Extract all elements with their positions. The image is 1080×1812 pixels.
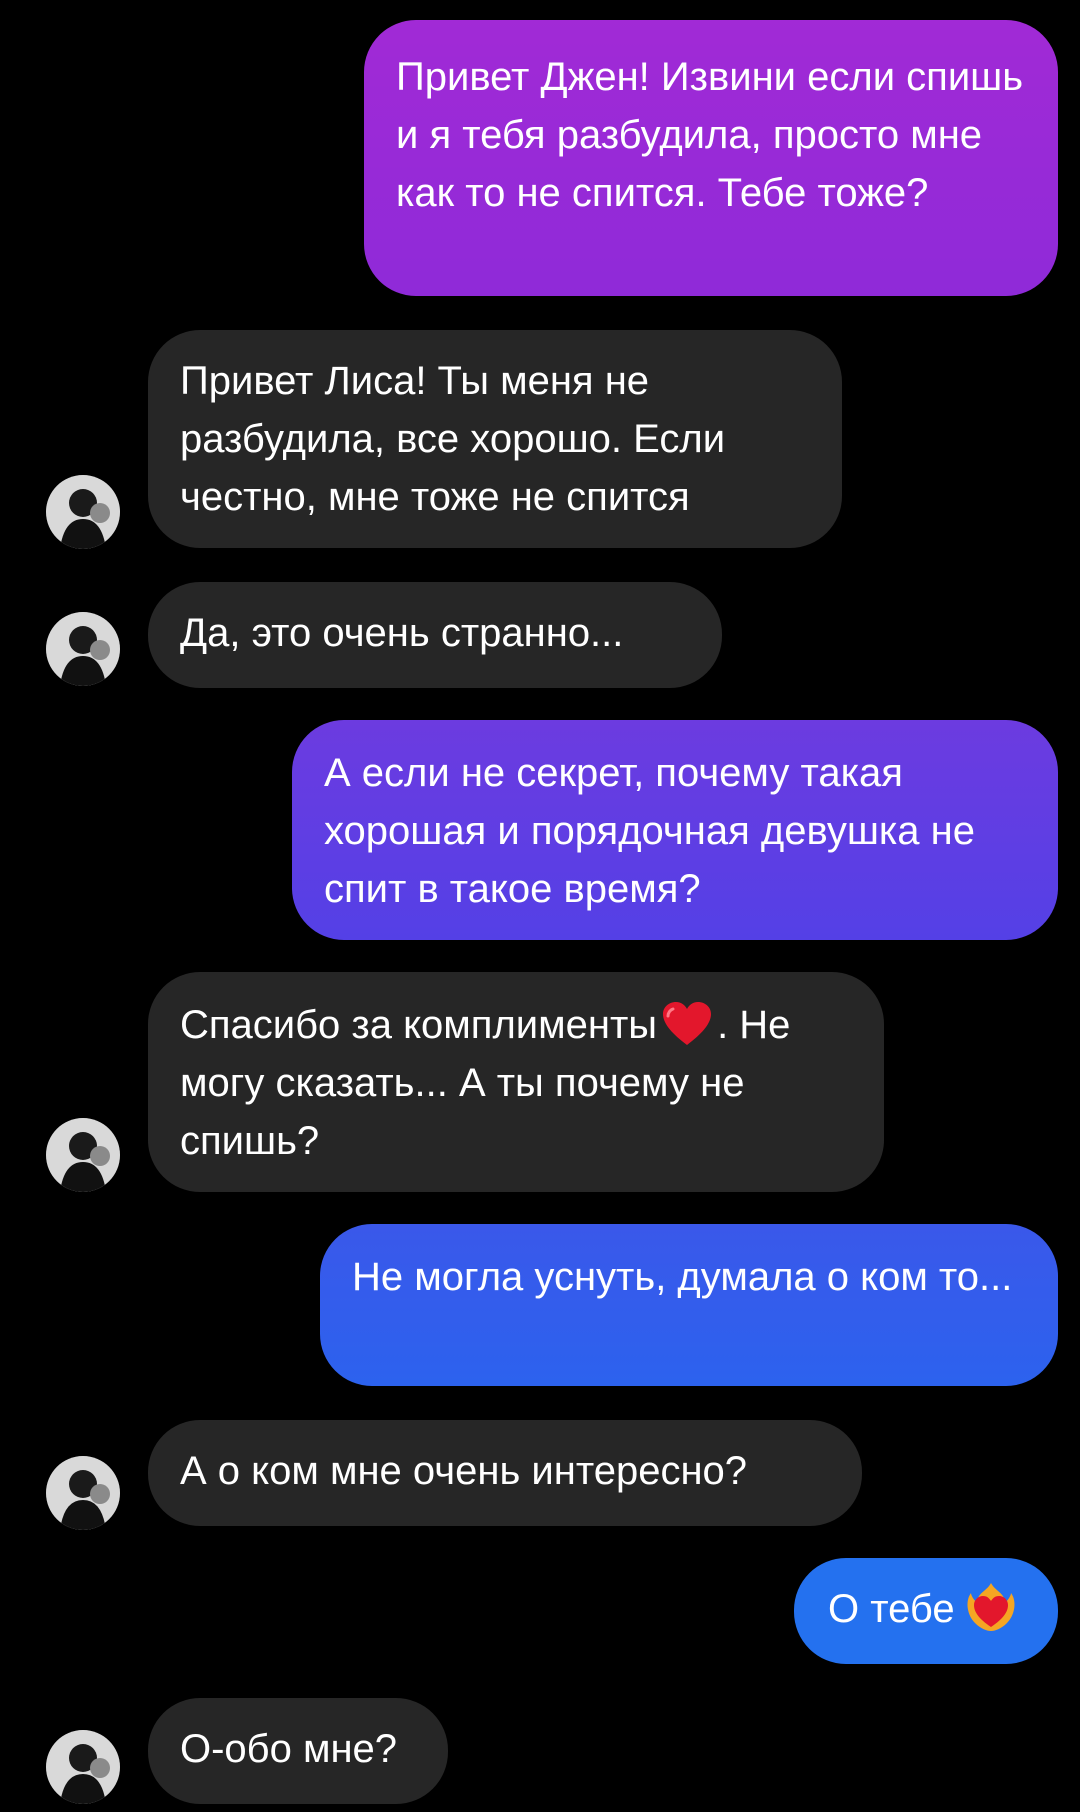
avatar-photo-icon (46, 1118, 120, 1192)
message-text: А если не секрет, почему такая хорошая и… (324, 751, 975, 911)
message-text: Спасибо за комплименты (180, 1003, 658, 1047)
message-bubble-outgoing[interactable]: О тебе (794, 1558, 1058, 1664)
message-text: Не могла уснуть, думала о ком то... (352, 1255, 1013, 1299)
red-heart-icon (663, 1002, 712, 1046)
message-bubble-incoming[interactable]: О-обо мне? (148, 1698, 448, 1804)
message-bubble-incoming[interactable]: Привет Лиса! Ты меня не разбудила, все х… (148, 330, 842, 548)
message-text: О-обо мне? (180, 1727, 398, 1771)
avatar-photo-icon (46, 475, 120, 549)
heart-on-fire-icon (967, 1583, 1015, 1632)
avatar-photo-icon (46, 612, 120, 686)
message-text: Привет Лиса! Ты меня не разбудила, все х… (180, 359, 726, 519)
contact-avatar[interactable] (46, 1118, 120, 1192)
message-bubble-outgoing[interactable]: А если не секрет, почему такая хорошая и… (292, 720, 1058, 940)
message-bubble-incoming[interactable]: Спасибо за комплименты . Не могу сказать… (148, 972, 884, 1192)
message-bubble-outgoing[interactable]: Не могла уснуть, думала о ком то... (320, 1224, 1058, 1386)
message-bubble-outgoing[interactable]: Привет Джен! Извини если спишь и я тебя … (364, 20, 1058, 296)
contact-avatar[interactable] (46, 1456, 120, 1530)
message-text: О тебе (828, 1587, 955, 1631)
contact-avatar[interactable] (46, 1730, 120, 1804)
message-text: Привет Джен! Извини если спишь и я тебя … (396, 55, 1024, 215)
message-bubble-incoming[interactable]: Да, это очень странно... (148, 582, 722, 688)
contact-avatar[interactable] (46, 475, 120, 549)
message-bubble-incoming[interactable]: А о ком мне очень интересно? (148, 1420, 862, 1526)
message-text: Да, это очень странно... (180, 611, 624, 655)
message-text: А о ком мне очень интересно? (180, 1449, 748, 1493)
contact-avatar[interactable] (46, 612, 120, 686)
avatar-photo-icon (46, 1730, 120, 1804)
avatar-photo-icon (46, 1456, 120, 1530)
